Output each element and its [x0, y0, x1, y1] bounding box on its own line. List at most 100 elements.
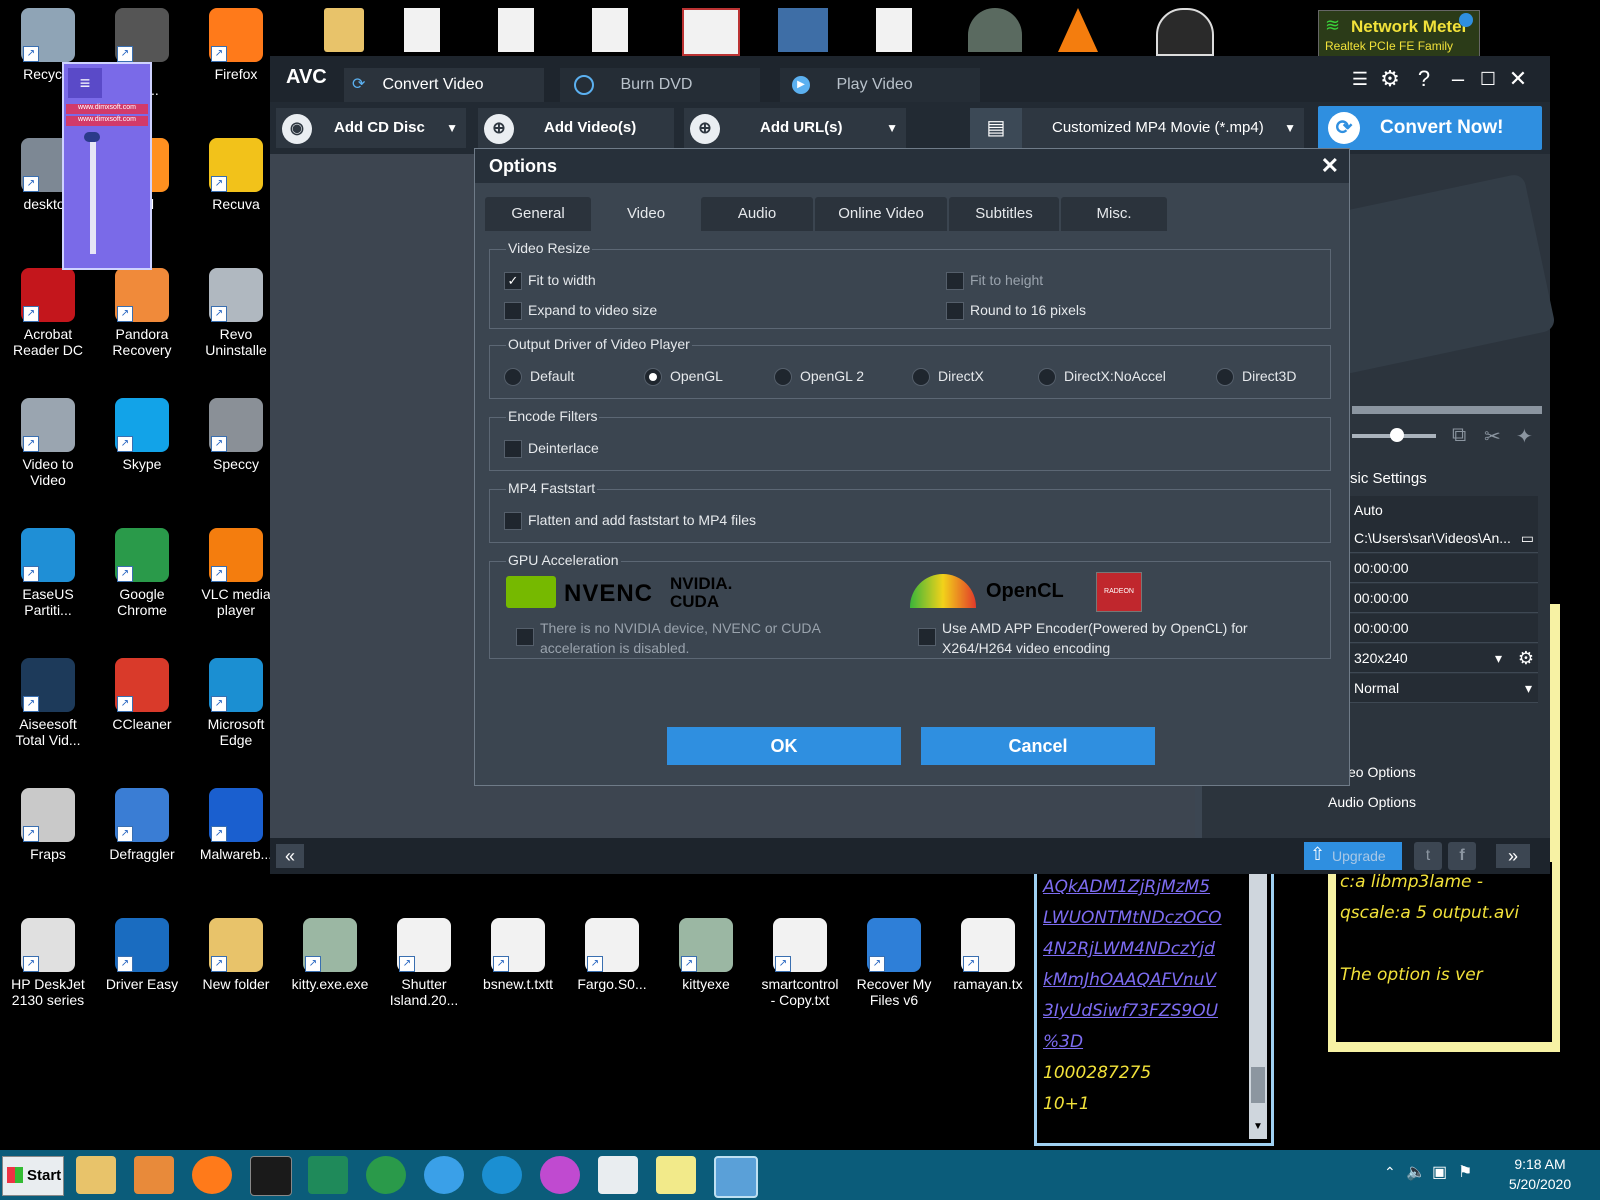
add-cd-disc-button[interactable]: ◉ Add CD Disc ▼ [276, 108, 466, 148]
amd-encoder-checkbox[interactable] [918, 628, 936, 646]
desktop-icon[interactable]: ↗ Recover My Files v6 [848, 918, 940, 1008]
minimize-icon[interactable]: – [1444, 66, 1472, 92]
settings-row[interactable]: 00:00:00 [1350, 554, 1538, 583]
speaker-icon[interactable]: 🔈 [1406, 1162, 1426, 1182]
file-icon[interactable] [592, 8, 628, 52]
desktop-icon[interactable]: ↗ Fraps [2, 788, 94, 862]
desktop-icon[interactable]: ↗ CCleaner [96, 658, 188, 732]
desktop-icon[interactable]: ↗ Firefox [190, 8, 282, 82]
folder-icon[interactable] [324, 8, 364, 52]
scroll-down-icon[interactable]: ▼ [1251, 1121, 1265, 1135]
file-icon[interactable] [498, 8, 534, 52]
tab-misc[interactable]: Misc. [1061, 197, 1167, 231]
chevron-down-icon[interactable]: ▼ [446, 108, 458, 148]
desktop-icon[interactable]: ↗ Revo Uninstalle [190, 268, 282, 358]
dialog-close-icon[interactable]: ✕ [1321, 149, 1339, 183]
close-icon[interactable]: ✕ [1504, 66, 1532, 92]
nvidia-checkbox[interactable] [516, 628, 534, 646]
cut-icon[interactable]: ✂ [1484, 424, 1501, 449]
clock-time[interactable]: 9:18 AM [1498, 1156, 1582, 1172]
candle-app-icon[interactable] [682, 8, 740, 56]
cancel-button[interactable]: Cancel [921, 727, 1155, 765]
facebook-icon[interactable]: f [1448, 842, 1476, 870]
chrome-icon[interactable] [366, 1156, 406, 1194]
deinterlace-checkbox[interactable] [504, 440, 522, 458]
tab-online-video[interactable]: Online Video [815, 197, 947, 231]
maximize-icon[interactable]: ☐ [1474, 66, 1502, 92]
flatten-faststart-checkbox[interactable] [504, 512, 522, 530]
expand-right-button[interactable]: » [1496, 844, 1530, 868]
chevron-down-icon[interactable]: ▼ [1284, 108, 1296, 148]
audio-options-link[interactable]: Audio Options [1328, 794, 1416, 810]
fit-to-height-checkbox[interactable] [946, 272, 964, 290]
desktop-icon[interactable]: ↗ Video to Video [2, 398, 94, 488]
add-videos-button[interactable]: ⊕ Add Video(s) [478, 108, 674, 148]
desktop-icon[interactable]: ↗ kitty.exe.exe [284, 918, 376, 992]
fit-to-width-checkbox[interactable]: ✓ [504, 272, 522, 290]
candle-app-icon[interactable] [598, 1156, 638, 1194]
chevron-down-icon[interactable]: ▾ [1495, 644, 1502, 672]
tab-subtitles[interactable]: Subtitles [949, 197, 1059, 231]
media-player-icon[interactable] [134, 1156, 174, 1194]
collapse-left-button[interactable]: « [276, 844, 304, 868]
upgrade-button[interactable]: ⇧ Upgrade [1304, 842, 1402, 870]
preview-slider-knob[interactable] [1390, 428, 1404, 442]
settings-row[interactable]: 00:00:00 [1350, 584, 1538, 613]
edge-icon[interactable] [482, 1156, 522, 1194]
desktop-icon[interactable]: ↗ EaseUS Partiti... [2, 528, 94, 618]
file-icon[interactable] [404, 8, 440, 52]
driver-radio[interactable] [912, 368, 930, 386]
driver-radio[interactable] [774, 368, 792, 386]
file-explorer-icon[interactable] [76, 1156, 116, 1194]
flag-icon[interactable]: ⚑ [1458, 1162, 1472, 1182]
sticky-note-scrollbar[interactable]: ▼ [1249, 871, 1267, 1139]
desktop-icon[interactable]: ↗ kittyexe [660, 918, 752, 992]
chevron-down-icon[interactable]: ▾ [1525, 674, 1532, 702]
list-icon[interactable]: ☰ [1346, 66, 1374, 92]
settings-row[interactable]: Normal ▾ [1350, 674, 1538, 703]
desktop-icon[interactable]: ↗ Shutter Island.20... [378, 918, 470, 1008]
color-app-icon[interactable] [540, 1156, 580, 1194]
driver-radio[interactable] [1216, 368, 1234, 386]
terminal-icon[interactable] [250, 1156, 292, 1196]
output-format-select[interactable]: ▤ Customized MP4 Movie (*.mp4) ▼ [970, 108, 1304, 148]
obs-icon[interactable] [1156, 8, 1214, 56]
desktop-icon[interactable]: ↗ Skype [96, 398, 188, 472]
tab-play-video[interactable]: ▶ Play Video [780, 68, 980, 102]
package-icon[interactable] [308, 1156, 348, 1194]
desktop-icon[interactable]: ↗ Recuva [190, 138, 282, 212]
desktop-icon[interactable]: ↗ Fargo.S0... [566, 918, 658, 992]
help-button[interactable]: ? [1410, 66, 1438, 92]
tab-burn-dvd[interactable]: Burn DVD [560, 68, 760, 102]
tray-expand-icon[interactable]: ⌃ [1384, 1164, 1396, 1181]
twitter-icon[interactable]: t [1414, 842, 1442, 870]
preview-slider-track[interactable] [1352, 406, 1542, 414]
file-icon[interactable] [876, 8, 912, 52]
internet-explorer-icon[interactable] [424, 1156, 464, 1194]
tab-video[interactable]: Video [593, 197, 699, 231]
desktop-icon[interactable]: ↗ Pandora Recovery [96, 268, 188, 358]
desktop-icon[interactable]: ↗ VLC media player [190, 528, 282, 618]
tab-audio[interactable]: Audio [701, 197, 813, 231]
desktop-icon[interactable]: ↗ Defraggler [96, 788, 188, 862]
tab-general[interactable]: General [485, 197, 591, 231]
desktop-icon[interactable]: ↗ New folder [190, 918, 282, 992]
convert-now-button[interactable]: ⟳ Convert Now! [1318, 106, 1542, 150]
avc-taskbar-icon[interactable] [714, 1156, 758, 1198]
expand-video-size-checkbox[interactable] [504, 302, 522, 320]
desktop-icon[interactable]: ↗ Acrobat Reader DC [2, 268, 94, 358]
settings-row[interactable]: Auto [1350, 496, 1538, 525]
firefox-icon[interactable] [192, 1156, 232, 1194]
volume-slider-knob[interactable] [84, 132, 100, 142]
clock-date[interactable]: 5/20/2020 [1498, 1176, 1582, 1192]
volume-slider[interactable] [90, 136, 96, 254]
desktop-icon[interactable]: ↗ Aiseesoft Total Vid... [2, 658, 94, 748]
copy-icon[interactable]: ⧉ [1452, 424, 1466, 447]
settings-row[interactable]: 00:00:00 [1350, 614, 1538, 643]
start-button[interactable]: Start [2, 1156, 64, 1196]
network-tray-icon[interactable]: ▣ [1432, 1162, 1447, 1182]
scrollbar-thumb[interactable] [1251, 1067, 1265, 1103]
round-16-pixels-checkbox[interactable] [946, 302, 964, 320]
desktop-icon[interactable]: ↗ Speccy [190, 398, 282, 472]
desktop-icon[interactable]: ↗ Google Chrome [96, 528, 188, 618]
